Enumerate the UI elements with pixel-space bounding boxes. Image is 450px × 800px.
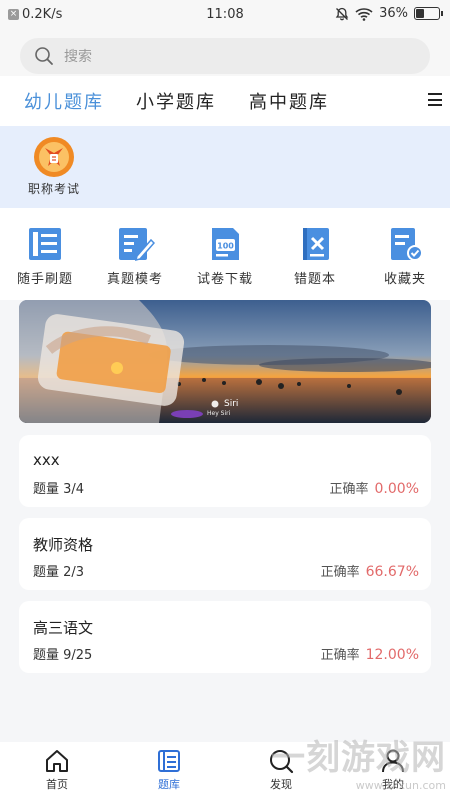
rate-value: 0.00% [374,481,419,497]
watermark-text: 一刻游戏网 [271,738,446,778]
category-tabs: 幼儿题库 小学题库 高中题库 [0,76,450,126]
banner-subcaption: Hey Siri [207,410,231,417]
promo-banner[interactable]: Siri Hey Siri [19,300,431,423]
score-paper-icon: 100 [212,228,239,260]
search-area: 搜索 [0,30,450,76]
status-bar: × 0.2K/s 11:08 36% [0,0,450,30]
professional-exam-icon [34,137,74,177]
svg-text:100: 100 [217,242,234,251]
bank-rate: 正确率 0.00% [330,478,420,497]
quick-label-error: 错题本 [293,272,336,287]
wifi-icon [355,7,373,21]
rate-label: 正确率 [320,648,360,663]
battery-icon [414,7,443,20]
bank-card-2[interactable]: 教师资格 题量 2/3 正确率 66.67% [19,518,431,590]
quick-error-book[interactable]: 错题本 [270,226,360,287]
quick-actions: 随手刷题 真题模考 100 试卷下载 错题本 收藏夹 [0,208,450,300]
search-icon [35,47,53,65]
bank-count: 题量 9/25 [33,648,93,663]
home-icon [46,750,68,772]
search-input[interactable]: 搜索 [20,38,430,74]
menu-icon[interactable] [428,93,442,106]
book-stack-icon [29,228,61,260]
mute-icon [335,7,349,20]
tab-primary[interactable]: 小学题库 [136,88,216,114]
rate-label: 正确率 [320,565,360,580]
bank-title: xxx [33,451,60,469]
banner-caption: Siri [224,399,239,409]
bank-card-1[interactable]: xxx 题量 3/4 正确率 0.00% [19,435,431,507]
quick-paper-download[interactable]: 100 试卷下载 [180,226,270,287]
quick-label-mock: 真题模考 [106,272,163,287]
bank-card-3[interactable]: 高三语文 题量 9/25 正确率 12.00% [19,601,431,673]
bank-title: 教师资格 [33,536,94,554]
bank-rate: 正确率 12.00% [321,644,419,663]
tab-preschool[interactable]: 幼儿题库 [24,88,104,114]
nav-label-bank: 题库 [158,778,180,791]
category-label: 职称考试 [27,182,80,196]
bank-rate: 正确率 66.67% [321,561,419,580]
quick-practice[interactable]: 随手刷题 [0,226,90,287]
tab-highschool[interactable]: 高中题库 [249,88,329,114]
nav-home[interactable]: 首页 [27,748,87,792]
nav-label-home: 首页 [46,778,68,791]
category-item-professional-exam[interactable]: 职称考试 [22,136,86,197]
watermark: 一刻游戏网 www.1kxun.com [271,730,446,792]
rate-value: 12.00% [365,647,419,663]
battery-fill [416,9,424,18]
bank-title: 高三语文 [33,619,94,637]
quick-label-practice: 随手刷题 [16,272,73,287]
watermark-url: www.1kxun.com [355,779,446,792]
error-book-icon [303,228,329,260]
bank-count: 题量 3/4 [33,482,85,497]
quick-favorites[interactable]: 收藏夹 [360,226,450,287]
search-placeholder: 搜索 [64,49,92,65]
pen-paper-icon [119,228,155,262]
battery-percent: 36% [379,6,408,21]
quick-label-favorites: 收藏夹 [383,272,426,287]
favorites-icon [391,228,423,261]
quick-mock-exam[interactable]: 真题模考 [90,226,180,287]
rate-label: 正确率 [329,482,369,497]
quick-label-download: 试卷下载 [196,272,253,287]
category-band: 职称考试 [0,126,450,208]
nav-question-bank[interactable]: 题库 [139,748,199,792]
bank-count: 题量 2/3 [33,565,85,580]
status-right: 36% [335,6,443,21]
rate-value: 66.67% [365,564,419,580]
question-bank-icon [158,750,180,772]
